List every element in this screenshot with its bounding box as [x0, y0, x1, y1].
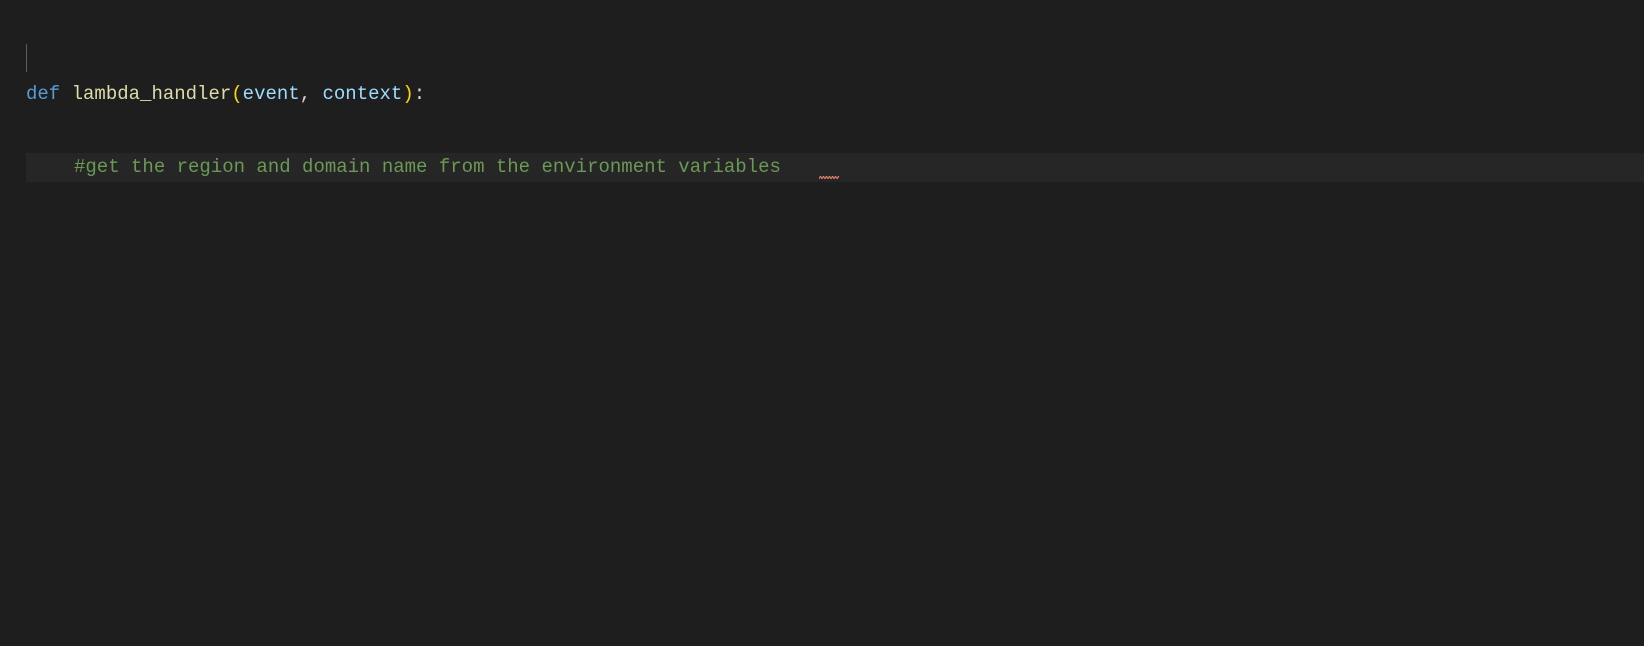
code-line-2[interactable]: #get the region and domain name from the…	[26, 153, 1644, 182]
comma: ,	[300, 83, 311, 105]
space	[311, 83, 322, 105]
indent-guide	[26, 44, 27, 72]
param-context: context	[323, 83, 403, 105]
colon: :	[414, 83, 425, 105]
space	[60, 83, 71, 105]
paren-open: (	[231, 83, 242, 105]
function-name: lambda_handler	[72, 83, 232, 105]
code-editor[interactable]: def lambda_handler(event, context): #get…	[0, 0, 1644, 204]
comment-text: #get the region and domain name from the…	[74, 156, 781, 178]
keyword-def: def	[26, 83, 60, 105]
paren-close: )	[402, 83, 413, 105]
param-event: event	[243, 83, 300, 105]
code-line-1[interactable]: def lambda_handler(event, context):	[26, 80, 1644, 109]
error-squiggle	[819, 176, 839, 180]
